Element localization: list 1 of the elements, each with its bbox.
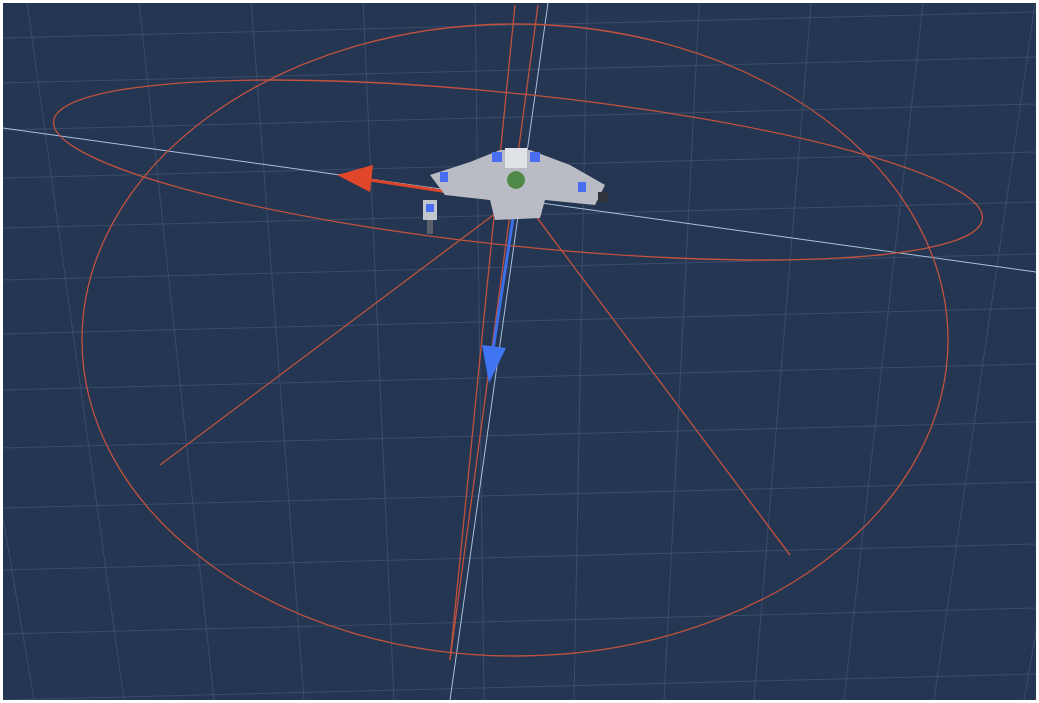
figure-model-drawing bbox=[423, 200, 437, 234]
